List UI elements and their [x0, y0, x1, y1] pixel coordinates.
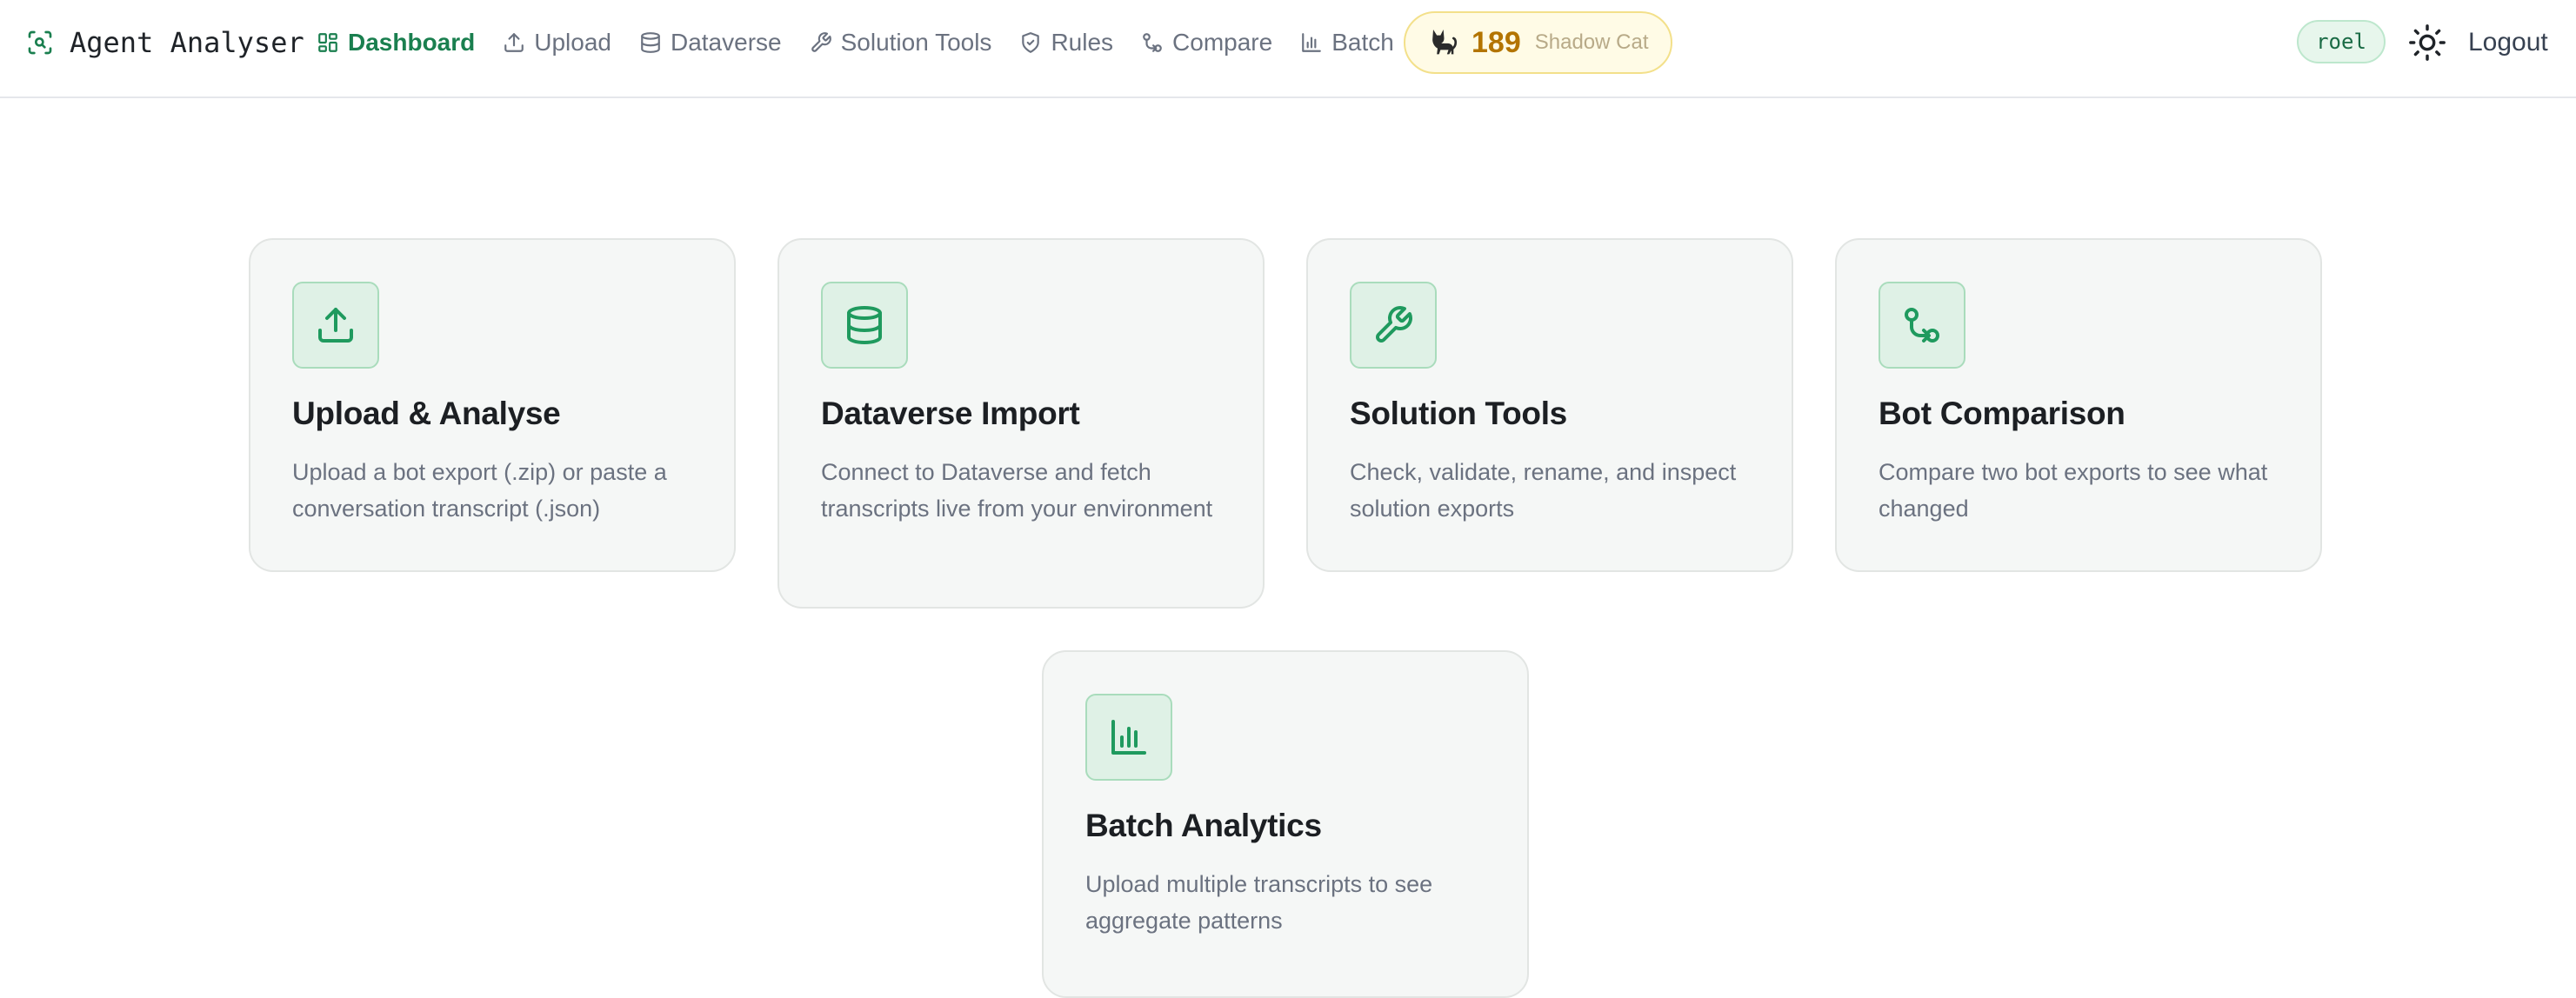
card-title: Batch Analytics: [1085, 808, 1322, 843]
card-icon-box: [1085, 694, 1172, 781]
card-description: Connect to Dataverse and fetch transcrip…: [821, 459, 1213, 522]
card-title: Dataverse Import: [821, 396, 1080, 431]
nav-item-upload[interactable]: Upload: [503, 23, 611, 63]
card-title: Solution Tools: [1350, 396, 1567, 431]
dashboard-icon: [318, 33, 337, 52]
nav-item-dataverse[interactable]: Dataverse: [639, 23, 782, 63]
card-description: Check, validate, rename, and inspect sol…: [1350, 459, 1737, 522]
user-badge[interactable]: roel: [2297, 20, 2386, 63]
nav-item-label: Solution Tools: [840, 29, 992, 56]
card-solution-tools[interactable]: Solution Tools Check, validate, rename, …: [1306, 238, 1793, 572]
git-compare-icon: [1143, 33, 1162, 52]
card-title: Upload & Analyse: [292, 396, 561, 431]
card-icon-box: [1879, 282, 1965, 369]
nav-item-label: Rules: [1051, 29, 1114, 56]
nav-item-label: Compare: [1172, 29, 1273, 56]
shield-icon: [1022, 32, 1040, 53]
card-upload-analyse[interactable]: Upload & Analyse Upload a bot export (.z…: [249, 238, 736, 572]
card-icon-box: [1350, 282, 1437, 369]
nav-item-dashboard[interactable]: Dashboard: [317, 23, 475, 63]
top-navigation-bar: Agent Analyser Dashboard Upload Datavers…: [0, 0, 2576, 98]
wrench-icon: [1376, 306, 1412, 343]
logout-button[interactable]: Logout: [2468, 23, 2548, 63]
streak-badge[interactable]: 189 Shadow Cat: [1404, 11, 1672, 74]
bar-chart-icon: [1111, 720, 1146, 755]
database-icon: [641, 32, 660, 53]
card-dataverse-import[interactable]: Dataverse Import Connect to Dataverse an…: [777, 238, 1265, 609]
card-description: Upload multiple transcripts to see aggre…: [1085, 871, 1433, 934]
database-icon: [847, 306, 882, 344]
card-description: Compare two bot exports to see what chan…: [1879, 459, 2268, 522]
nav-item-compare[interactable]: Compare: [1141, 23, 1272, 63]
scan-search-icon: [28, 30, 52, 55]
bar-chart-icon: [1302, 33, 1322, 52]
card-batch-analytics[interactable]: Batch Analytics Upload multiple transcri…: [1042, 650, 1529, 998]
app-brand[interactable]: Agent Analyser: [26, 23, 304, 63]
card-bot-comparison[interactable]: Bot Comparison Compare two bot exports t…: [1835, 238, 2322, 572]
streak-title: Shadow Cat: [1534, 30, 1649, 54]
streak-count: 189: [1472, 25, 1521, 59]
nav-item-label: Upload: [534, 29, 611, 56]
nav-item-rules[interactable]: Rules: [1019, 23, 1113, 63]
sun-icon: [2409, 24, 2446, 61]
nav-item-solution-tools[interactable]: Solution Tools: [810, 23, 992, 63]
card-icon-box: [821, 282, 908, 369]
nav-item-label: Dashboard: [348, 29, 476, 56]
upload-icon: [318, 308, 353, 343]
nav-item-label: Dataverse: [670, 29, 782, 56]
card-description: Upload a bot export (.zip) or paste a co…: [292, 459, 667, 522]
wrench-icon: [811, 32, 831, 52]
card-title: Bot Comparison: [1879, 396, 2126, 431]
nav-item-batch[interactable]: Batch: [1300, 23, 1394, 63]
git-compare-icon: [1905, 308, 1939, 343]
upload-icon: [504, 33, 524, 52]
main-nav: Dashboard Upload Dataverse Solution Tool…: [317, 23, 1422, 63]
theme-toggle-button[interactable]: [2406, 22, 2448, 63]
app-title: Agent Analyser: [70, 26, 304, 59]
cat-icon: [1432, 30, 1458, 55]
card-icon-box: [292, 282, 379, 369]
nav-item-label: Batch: [1331, 29, 1394, 56]
